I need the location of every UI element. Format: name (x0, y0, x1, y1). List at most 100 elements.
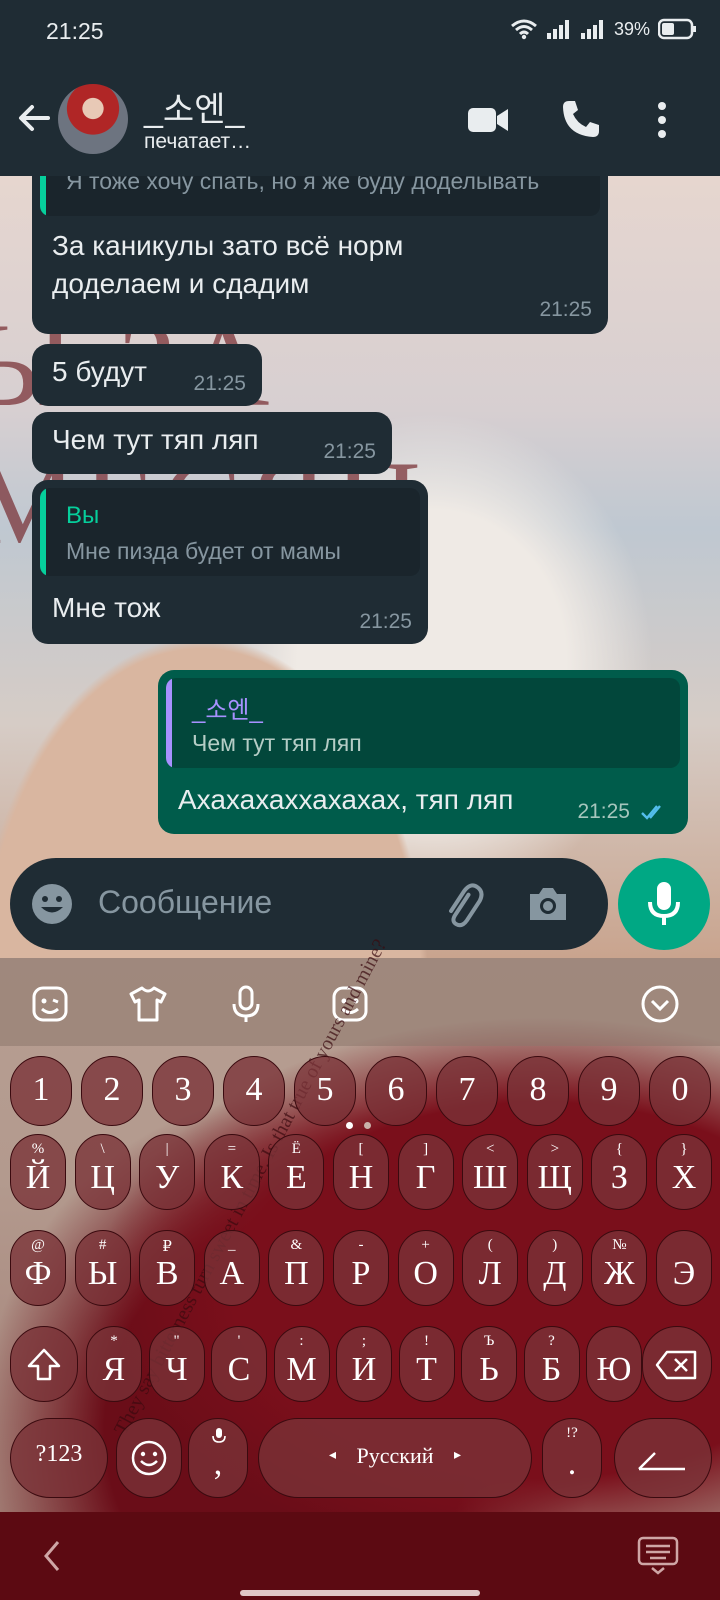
back-arrow-icon[interactable] (14, 98, 54, 138)
key-Е[interactable]: ЁЕ (268, 1134, 325, 1210)
collapse-keyboard-icon[interactable] (640, 984, 680, 1024)
message-bubble-outgoing[interactable]: _소엔_ Чем тут тяп ляп Ахахахаххахахах, тя… (158, 670, 688, 834)
quoted-message[interactable]: Вы Мне пизда будет от мамы (40, 488, 420, 576)
key-8[interactable]: 8 (507, 1056, 569, 1126)
camera-icon[interactable] (526, 882, 570, 926)
key-5[interactable]: 5 (294, 1056, 356, 1126)
contact-status: печатает… (144, 130, 252, 153)
more-options-icon[interactable] (652, 98, 672, 142)
message-time: 21:25 (577, 800, 630, 823)
smiley-icon (131, 1440, 167, 1476)
key-У[interactable]: | У (139, 1134, 196, 1210)
home-gesture-bar[interactable] (240, 1590, 480, 1596)
key-hint: < (485, 1141, 495, 1157)
key-Ы[interactable]: # Ы (74, 1230, 131, 1306)
theme-shirt-icon[interactable] (128, 984, 168, 1024)
key-hint: " (173, 1333, 180, 1349)
key-Б[interactable]: ? Б (523, 1326, 580, 1402)
key-Я[interactable]: * Я (86, 1326, 142, 1402)
nav-back-icon[interactable] (38, 1536, 68, 1576)
key-С[interactable]: ' С (211, 1326, 267, 1402)
backspace-icon (655, 1350, 697, 1380)
key-4[interactable]: 4 (223, 1056, 285, 1126)
key-1[interactable]: 1 (10, 1056, 72, 1126)
key-0[interactable]: 0 (649, 1056, 711, 1126)
key-А[interactable]: _ А (203, 1230, 260, 1306)
chat-area[interactable]: Ы ЗА МЕСЯЦ Я тоже хочу спать, но я же бу… (0, 176, 720, 958)
enter-key[interactable] (614, 1418, 712, 1498)
emoji-icon[interactable] (30, 882, 74, 926)
sticker-icon[interactable] (30, 984, 70, 1024)
key-label: Ц (90, 1159, 115, 1196)
period-key[interactable]: !? . (542, 1418, 602, 1498)
voice-input-icon[interactable] (226, 984, 266, 1024)
shift-key[interactable] (10, 1326, 78, 1402)
key-П[interactable]: & П (268, 1230, 325, 1306)
key-В[interactable]: ₽ В (139, 1230, 196, 1306)
key-hint: - (358, 1237, 364, 1253)
keyboard-switch-icon[interactable] (636, 1532, 680, 1576)
key-Ж[interactable]: № Ж (591, 1230, 648, 1306)
battery-percent: 39% (613, 18, 650, 39)
key-label: К (220, 1159, 244, 1196)
comma-key[interactable]: , (188, 1418, 248, 1498)
key-9[interactable]: 9 (578, 1056, 640, 1126)
key-Л[interactable]: (Л (462, 1230, 519, 1306)
symbols-key[interactable]: ?123 (10, 1418, 108, 1498)
message-bubble-incoming[interactable]: Я тоже хочу спать, но я же буду доделыва… (32, 176, 608, 334)
key-6[interactable]: 6 (365, 1056, 427, 1126)
key-Ш[interactable]: < Ш (462, 1134, 519, 1210)
avatar[interactable] (58, 84, 128, 154)
key-О[interactable]: + О (397, 1230, 454, 1306)
key-Ч[interactable]: " Ч (148, 1326, 205, 1402)
key-Щ[interactable]: > Щ (526, 1134, 583, 1210)
key-Р[interactable]: -Р (333, 1230, 389, 1306)
key-Й[interactable]: % Й (10, 1134, 66, 1210)
quoted-message[interactable]: _소엔_ Чем тут тяп ляп (166, 678, 680, 768)
contact-name[interactable]: _소엔_ (144, 82, 244, 131)
key-label: У (155, 1159, 180, 1196)
key-Ь[interactable]: ЪЬ (461, 1326, 517, 1402)
key-Ю[interactable]: Ю (586, 1326, 642, 1402)
key-Ц[interactable]: \ Ц (74, 1134, 131, 1210)
chat-header: _소엔_ печатает… (0, 64, 720, 176)
attach-icon[interactable] (438, 880, 486, 928)
key-Н[interactable]: [Н (333, 1134, 389, 1210)
message-time: 21:25 (359, 610, 412, 633)
key-hint: > (550, 1141, 560, 1157)
key-label: Д (543, 1255, 567, 1292)
message-bubble-incoming[interactable]: Вы Мне пизда будет от мамы Мне тож 21:25 (32, 480, 428, 644)
message-bubble-incoming[interactable]: 5 будут 21:25 (32, 344, 262, 406)
key-label: Щ (537, 1159, 572, 1196)
backspace-key[interactable] (642, 1326, 712, 1402)
key-hint: # (98, 1237, 107, 1253)
key-М[interactable]: :М (273, 1326, 330, 1402)
voice-call-icon[interactable] (560, 98, 602, 140)
space-key[interactable]: ◂ Русский ▸ (258, 1418, 532, 1498)
key-Ф[interactable]: @ Ф (10, 1230, 66, 1306)
key-К[interactable]: = К (203, 1134, 260, 1210)
key-И[interactable]: ; И (336, 1326, 392, 1402)
message-time: 21:25 (539, 298, 592, 321)
quoted-text: Чем тут тяп ляп (192, 730, 362, 756)
key-Г[interactable]: ] Г (397, 1134, 454, 1210)
key-2[interactable]: 2 (81, 1056, 143, 1126)
message-bubble-incoming[interactable]: Чем тут тяп ляп 21:25 (32, 412, 392, 474)
quoted-message[interactable]: Я тоже хочу спать, но я же буду доделыва… (40, 176, 600, 216)
key-З[interactable]: {З (591, 1134, 648, 1210)
key-label: П (284, 1255, 309, 1292)
key-3[interactable]: 3 (152, 1056, 214, 1126)
emoji-key[interactable] (116, 1418, 182, 1498)
key-Д[interactable]: ) Д (526, 1230, 583, 1306)
key-7[interactable]: 7 (436, 1056, 498, 1126)
key-hint: Ъ (483, 1333, 495, 1349)
key-label: Ы (87, 1255, 118, 1292)
key-Х[interactable]: } Х (656, 1134, 712, 1210)
message-placeholder: Сообщение (98, 884, 273, 920)
key-Т[interactable]: ! Т (398, 1326, 455, 1402)
key-Э[interactable]: Э (656, 1230, 712, 1306)
key-label: С (227, 1351, 251, 1388)
microphone-icon (648, 882, 680, 925)
video-call-icon[interactable] (466, 98, 510, 142)
voice-message-button[interactable] (618, 858, 710, 950)
